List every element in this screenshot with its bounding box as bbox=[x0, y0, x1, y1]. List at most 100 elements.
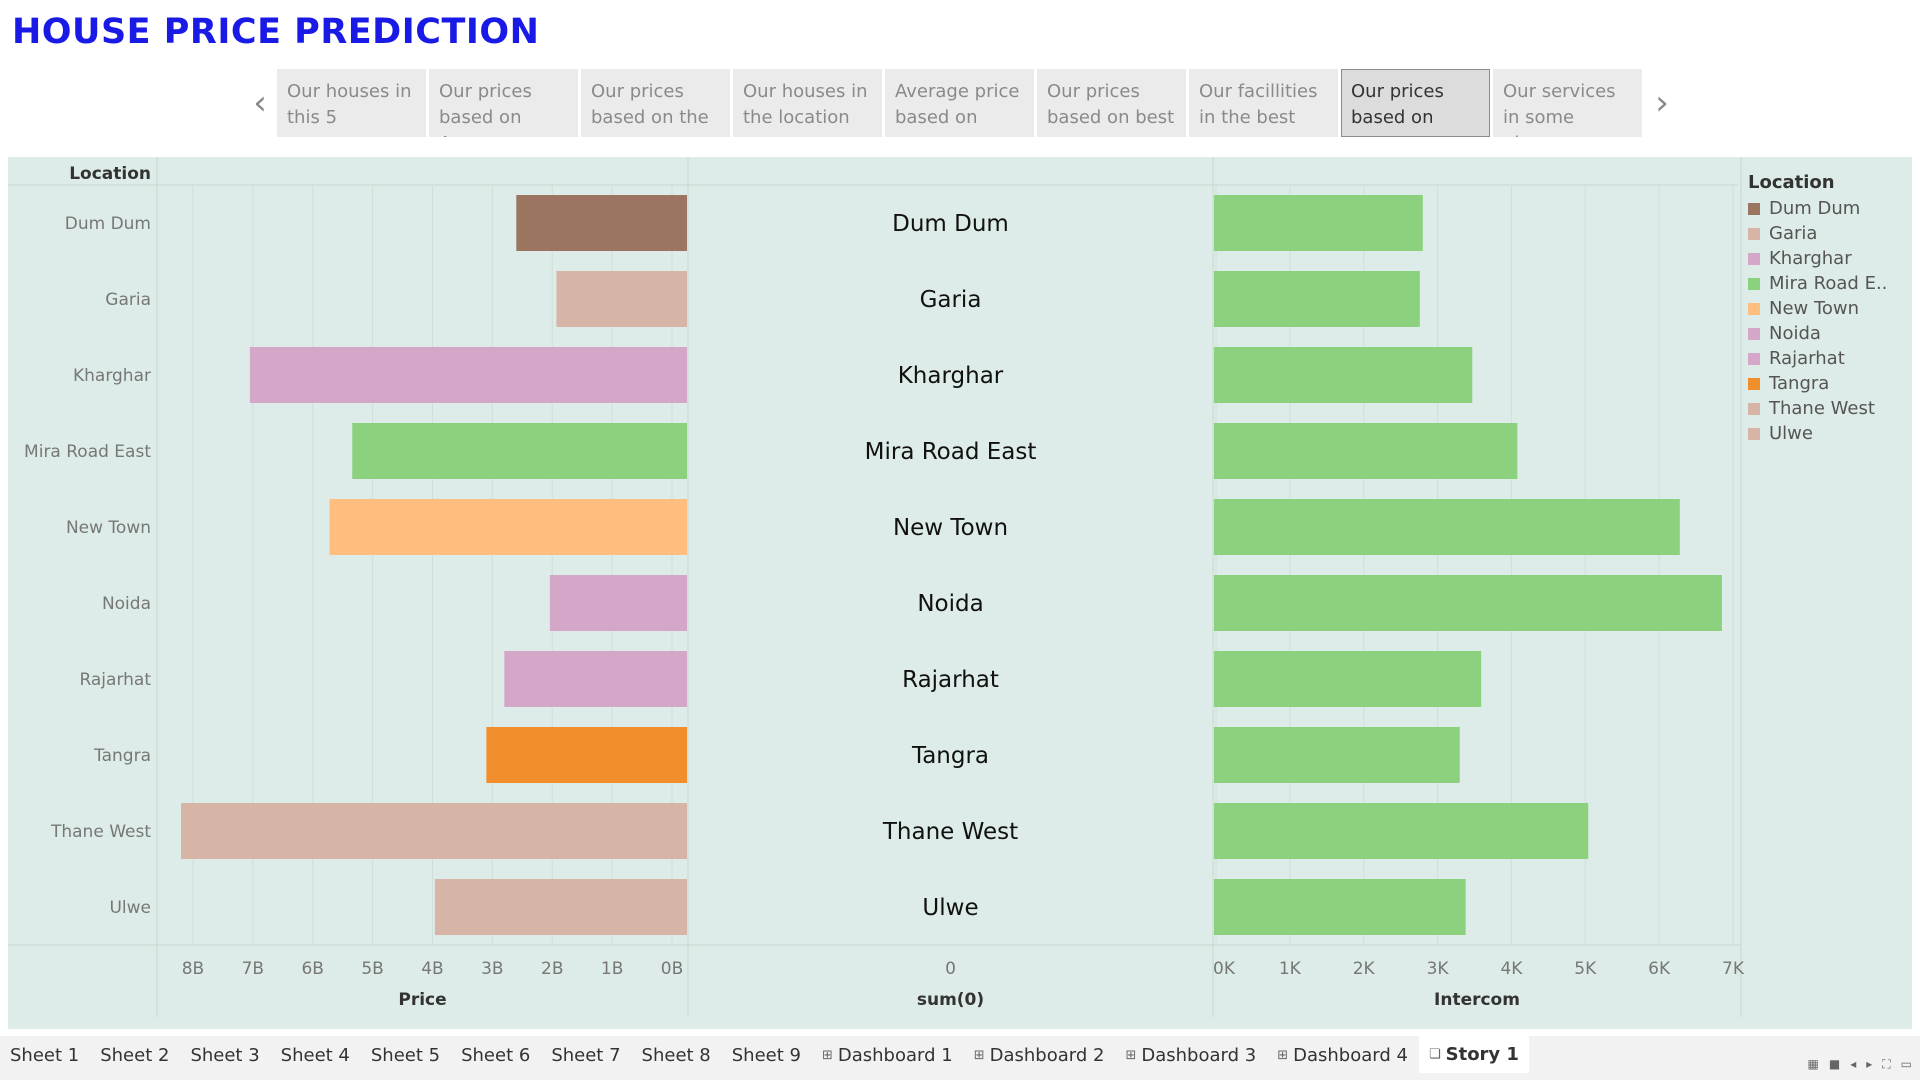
chevron-left-icon[interactable]: ‹ bbox=[242, 83, 278, 123]
intercom-bar bbox=[1214, 423, 1518, 479]
story-point-1[interactable]: Our houses in this 5 bbox=[277, 69, 426, 137]
tab-dashboard-4[interactable]: ⊞ Dashboard 4 bbox=[1267, 1036, 1419, 1076]
intercom-tick-label: 6K bbox=[1648, 959, 1671, 979]
color-legend: Location Dum Dum Garia Kharghar Mira Road E… bbox=[1748, 172, 1888, 446]
story-point-8[interactable]: Our prices based on bbox=[1341, 69, 1490, 137]
story-icon: ❏ bbox=[1428, 1046, 1441, 1062]
price-bar bbox=[504, 651, 687, 707]
legend-swatch bbox=[1748, 352, 1760, 365]
grid-view-icon[interactable]: ▦ bbox=[1808, 1057, 1819, 1072]
tab-sheet-4[interactable]: Sheet 4 bbox=[271, 1036, 361, 1076]
legend-item[interactable]: Thane West bbox=[1748, 396, 1888, 421]
legend-item[interactable]: Garia bbox=[1748, 221, 1888, 246]
legend-swatch bbox=[1748, 427, 1760, 440]
tab-label: Story 1 bbox=[1445, 1043, 1519, 1065]
story-point-2[interactable]: Our prices based on Area bbox=[429, 69, 578, 137]
intercom-bar bbox=[1214, 271, 1420, 327]
row-label: Dum Dum bbox=[65, 214, 151, 234]
location-label: Mira Road East bbox=[865, 439, 1037, 465]
legend-label: Tangra bbox=[1769, 373, 1830, 394]
legend-swatch bbox=[1748, 277, 1760, 290]
tab-sheet-8[interactable]: Sheet 8 bbox=[632, 1036, 722, 1076]
row-label: Tangra bbox=[93, 746, 151, 766]
list-view-icon[interactable]: ■ bbox=[1829, 1057, 1840, 1072]
intercom-tick-label: 3K bbox=[1427, 959, 1450, 979]
dashboard-icon: ⊞ bbox=[1125, 1048, 1137, 1063]
story-point-3[interactable]: Our prices based on the bbox=[581, 69, 730, 137]
intercom-tick-label: 5K bbox=[1574, 959, 1597, 979]
intercom-bar bbox=[1214, 499, 1680, 555]
tab-label: Sheet 1 bbox=[10, 1045, 80, 1066]
tab-sheet-3[interactable]: Sheet 3 bbox=[180, 1036, 271, 1076]
legend-item[interactable]: Ulwe bbox=[1748, 421, 1888, 446]
price-bar bbox=[556, 271, 687, 327]
legend-item[interactable]: Rajarhat bbox=[1748, 346, 1888, 371]
tab-sheet-6[interactable]: Sheet 6 bbox=[451, 1036, 542, 1076]
story-point-4[interactable]: Our houses in the location bbox=[733, 69, 882, 137]
legend-label: Kharghar bbox=[1769, 248, 1852, 269]
tab-sheet-9[interactable]: Sheet 9 bbox=[722, 1036, 812, 1076]
intercom-bar bbox=[1214, 803, 1589, 859]
price-bar bbox=[329, 499, 687, 555]
story-point-9[interactable]: Our services in some places bbox=[1493, 69, 1642, 137]
legend-label: Thane West bbox=[1769, 398, 1875, 419]
location-label: Rajarhat bbox=[902, 667, 999, 693]
legend-label: Garia bbox=[1769, 223, 1818, 244]
location-label: Thane West bbox=[882, 819, 1018, 845]
intercom-bar bbox=[1214, 575, 1722, 631]
intercom-tick-label: 7K bbox=[1722, 959, 1745, 979]
intercom-tick-label: 0K bbox=[1213, 959, 1236, 979]
legend-item[interactable]: Dum Dum bbox=[1748, 196, 1888, 221]
present-icon[interactable]: ▭ bbox=[1901, 1057, 1912, 1072]
price-bar bbox=[486, 727, 687, 783]
prev-sheet-icon[interactable]: ◂ bbox=[1850, 1057, 1856, 1072]
location-label: Tangra bbox=[911, 743, 989, 769]
sum-tick-label: 0 bbox=[945, 959, 956, 979]
legend-item[interactable]: Kharghar bbox=[1748, 246, 1888, 271]
price-axis-title: Price bbox=[398, 990, 446, 1010]
tab-label: Dashboard 4 bbox=[1293, 1045, 1408, 1066]
fullscreen-icon[interactable]: ⛶ bbox=[1882, 1057, 1890, 1072]
tab-story-1[interactable]: ❏ Story 1 bbox=[1418, 1036, 1530, 1076]
location-label: New Town bbox=[893, 515, 1008, 541]
tab-label: Sheet 7 bbox=[551, 1045, 621, 1066]
story-point-5[interactable]: Average price based on bbox=[885, 69, 1034, 137]
story-point-6[interactable]: Our prices based on best bbox=[1037, 69, 1186, 137]
intercom-bar bbox=[1214, 195, 1423, 251]
view-controls: ▦ ■ ◂ ▸ ⛶ ▭ bbox=[1808, 1057, 1913, 1072]
tab-label: Sheet 2 bbox=[100, 1045, 170, 1066]
tab-dashboard-1[interactable]: ⊞ Dashboard 1 bbox=[812, 1036, 964, 1076]
price-bar bbox=[516, 195, 687, 251]
story-point-7[interactable]: Our facillities in the best bbox=[1189, 69, 1338, 137]
intercom-tick-label: 1K bbox=[1279, 959, 1302, 979]
price-tick-label: 1B bbox=[601, 959, 623, 979]
price-bar bbox=[249, 347, 688, 403]
tab-sheet-5[interactable]: Sheet 5 bbox=[361, 1036, 452, 1076]
tab-dashboard-2[interactable]: ⊞ Dashboard 2 bbox=[964, 1036, 1116, 1076]
legend-label: New Town bbox=[1769, 298, 1860, 319]
legend-item[interactable]: Tangra bbox=[1748, 371, 1888, 396]
legend-item[interactable]: New Town bbox=[1748, 296, 1888, 321]
tab-sheet-7[interactable]: Sheet 7 bbox=[541, 1036, 632, 1076]
legend-item[interactable]: Noida bbox=[1748, 321, 1888, 346]
legend-label: Ulwe bbox=[1769, 423, 1813, 444]
intercom-bar bbox=[1214, 727, 1460, 783]
price-tick-label: 2B bbox=[541, 959, 563, 979]
dashboard-icon: ⊞ bbox=[1277, 1048, 1289, 1063]
bar-chart: Location 0B 1B 2B 3B 4B 5B 6B 7B 8B 0K 1K 2K 3K 4K 5K 6K… bbox=[8, 157, 1745, 1017]
intercom-axis-title: Intercom bbox=[1434, 990, 1520, 1010]
chevron-right-icon[interactable]: › bbox=[1644, 83, 1680, 123]
row-label: Noida bbox=[102, 594, 151, 614]
tab-label: Sheet 6 bbox=[461, 1045, 531, 1066]
legend-item[interactable]: Mira Road E.. bbox=[1748, 271, 1888, 296]
intercom-tick-label: 2K bbox=[1353, 959, 1376, 979]
tab-dashboard-3[interactable]: ⊞ Dashboard 3 bbox=[1115, 1036, 1268, 1076]
intercom-bar bbox=[1214, 651, 1482, 707]
tab-sheet-2[interactable]: Sheet 2 bbox=[90, 1036, 181, 1076]
tab-sheet-1[interactable]: Sheet 1 bbox=[0, 1036, 91, 1076]
tab-label: Sheet 3 bbox=[190, 1045, 260, 1066]
row-label: Ulwe bbox=[109, 898, 151, 918]
row-label: Rajarhat bbox=[79, 670, 151, 690]
next-sheet-icon[interactable]: ▸ bbox=[1866, 1057, 1872, 1072]
intercom-bar bbox=[1214, 347, 1473, 403]
